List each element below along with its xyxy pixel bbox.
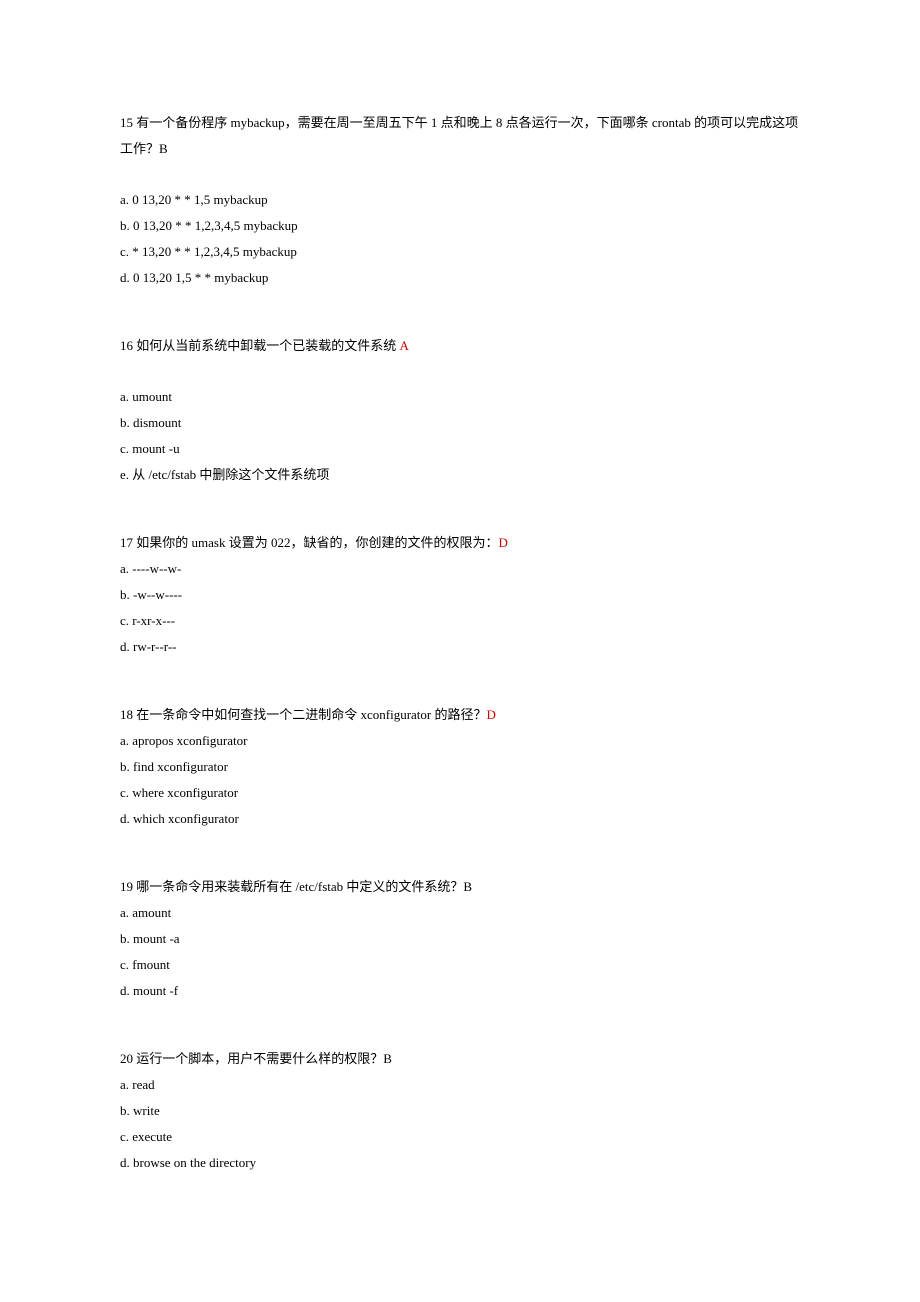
option: d. mount -f (120, 978, 800, 1004)
option: e. 从 /etc/fstab 中删除这个文件系统项 (120, 462, 800, 488)
question-number: 20 (120, 1051, 133, 1066)
option: a. 0 13,20 * * 1,5 mybackup (120, 187, 800, 213)
option: b. mount -a (120, 926, 800, 952)
option: a. umount (120, 384, 800, 410)
answer-letter: D (487, 707, 496, 722)
question-number: 16 (120, 338, 133, 353)
option: b. -w--w---- (120, 582, 800, 608)
question-body: 哪一条命令用来装载所有在 /etc/fstab 中定义的文件系统？B (133, 879, 472, 894)
option: d. rw-r--r-- (120, 634, 800, 660)
question-block-18: 18 在一条命令中如何查找一个二进制命令 xconfigurator 的路径？D… (120, 702, 800, 832)
option: b. find xconfigurator (120, 754, 800, 780)
question-text: 20 运行一个脚本，用户不需要什么样的权限？B (120, 1046, 800, 1072)
option: a. amount (120, 900, 800, 926)
answer-letter: D (498, 535, 507, 550)
spacer (120, 162, 800, 187)
option: a. apropos xconfigurator (120, 728, 800, 754)
question-text: 15 有一个备份程序 mybackup，需要在周一至周五下午 1 点和晚上 8 … (120, 110, 800, 162)
option: b. dismount (120, 410, 800, 436)
question-body: 运行一个脚本，用户不需要什么样的权限？B (133, 1051, 392, 1066)
question-number: 18 (120, 707, 133, 722)
option: b. 0 13,20 * * 1,2,3,4,5 mybackup (120, 213, 800, 239)
answer-letter: A (400, 338, 409, 353)
document-content: 15 有一个备份程序 mybackup，需要在周一至周五下午 1 点和晚上 8 … (120, 110, 800, 1176)
option: c. mount -u (120, 436, 800, 462)
option: d. 0 13,20 1,5 * * mybackup (120, 265, 800, 291)
question-block-16: 16 如何从当前系统中卸载一个已装载的文件系统 Aa. umountb. dis… (120, 333, 800, 488)
question-body: 如果你的 umask 设置为 022，缺省的，你创建的文件的权限为： (133, 535, 498, 550)
option: c. where xconfigurator (120, 780, 800, 806)
option: b. write (120, 1098, 800, 1124)
question-text: 17 如果你的 umask 设置为 022，缺省的，你创建的文件的权限为：D (120, 530, 800, 556)
option: c. execute (120, 1124, 800, 1150)
option: a. read (120, 1072, 800, 1098)
spacer (120, 359, 800, 384)
question-body: 有一个备份程序 mybackup，需要在周一至周五下午 1 点和晚上 8 点各运… (120, 115, 798, 156)
question-number: 17 (120, 535, 133, 550)
question-text: 18 在一条命令中如何查找一个二进制命令 xconfigurator 的路径？D (120, 702, 800, 728)
question-number: 15 (120, 115, 133, 130)
option: c. r-xr-x--- (120, 608, 800, 634)
question-body: 在一条命令中如何查找一个二进制命令 xconfigurator 的路径？ (133, 707, 487, 722)
question-block-15: 15 有一个备份程序 mybackup，需要在周一至周五下午 1 点和晚上 8 … (120, 110, 800, 291)
question-block-20: 20 运行一个脚本，用户不需要什么样的权限？Ba. readb. writec.… (120, 1046, 800, 1176)
option: d. which xconfigurator (120, 806, 800, 832)
question-text: 16 如何从当前系统中卸载一个已装载的文件系统 A (120, 333, 800, 359)
question-body: 如何从当前系统中卸载一个已装载的文件系统 (133, 338, 400, 353)
option: c. fmount (120, 952, 800, 978)
option: c. * 13,20 * * 1,2,3,4,5 mybackup (120, 239, 800, 265)
question-block-17: 17 如果你的 umask 设置为 022，缺省的，你创建的文件的权限为：Da.… (120, 530, 800, 660)
question-text: 19 哪一条命令用来装载所有在 /etc/fstab 中定义的文件系统？B (120, 874, 800, 900)
question-block-19: 19 哪一条命令用来装载所有在 /etc/fstab 中定义的文件系统？Ba. … (120, 874, 800, 1004)
option: d. browse on the directory (120, 1150, 800, 1176)
option: a. ----w--w- (120, 556, 800, 582)
question-number: 19 (120, 879, 133, 894)
